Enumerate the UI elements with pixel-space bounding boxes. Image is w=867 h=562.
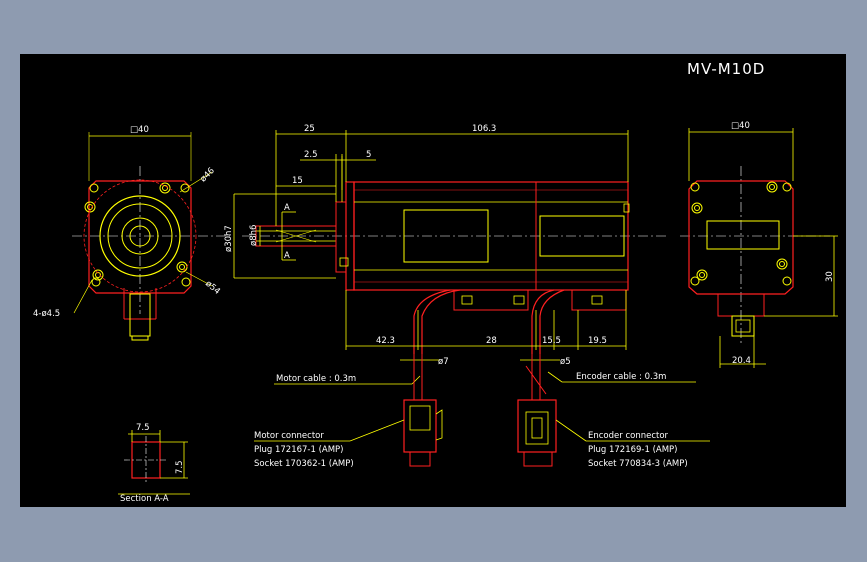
motor-connector-plug: Plug 172167-1 (AMP) [254,445,344,455]
dim-motor-cable-dia: ø7 [438,357,449,367]
cad-drawing: MV-M10D □40 ø46 ø54 4-ø4.5 25 106.3 2.5 … [33,60,838,504]
dim-holes: 4-ø4.5 [33,309,60,319]
motor-connector-title: Motor connector [254,431,324,441]
dim-cable-pos3: 15.5 [542,336,561,346]
dim-flange-thick: 2.5 [304,150,318,160]
dim-front-square: □40 [130,125,149,135]
front-view [72,132,230,341]
encoder-cable-label: Encoder cable : 0.3m [576,372,666,382]
dim-key-len: 15 [292,176,303,186]
motor-cable-label: Motor cable : 0.3m [276,374,356,384]
dim-rear-width: 20.4 [732,356,751,366]
encoder-connector-plug: Plug 172169-1 (AMP) [588,445,678,455]
dim-enc-cable-dia: ø5 [560,357,571,367]
encoder-connector-socket: Socket 770834-3 (AMP) [588,459,688,469]
dim-key-offset: 5 [366,150,371,160]
dim-flange-dia: ø54 [203,279,222,297]
dim-bolt-circle: ø46 [198,166,216,184]
dim-pilot-dia: ø30h7 [224,225,234,252]
dim-cable-pos4: 19.5 [588,336,607,346]
dim-overall-shaft: 25 [304,124,315,134]
rear-view [680,128,838,368]
dim-section-height: 7.5 [175,460,185,474]
dim-section-width: 7.5 [136,423,150,433]
section-mark-top: A [284,203,290,213]
side-view [233,130,668,361]
motor-connector-socket: Socket 170362-1 (AMP) [254,459,354,469]
drawing-canvas: MV-M10D □40 ø46 ø54 4-ø4.5 25 106.3 2.5 … [20,54,846,507]
section-label: Section A-A [120,494,169,504]
dim-cable-pos1: 42.3 [376,336,395,346]
encoder-connector-title: Encoder connector [588,431,669,441]
dim-shaft-dia: ø8h6 [249,225,259,246]
dim-rear-square: □40 [731,121,750,131]
dim-cable-pos2: 28 [486,336,497,346]
drawing-title: MV-M10D [687,60,765,78]
section-mark-bottom: A [284,251,290,261]
dim-body-length: 106.3 [472,124,496,134]
dim-rear-height: 30 [825,271,835,282]
